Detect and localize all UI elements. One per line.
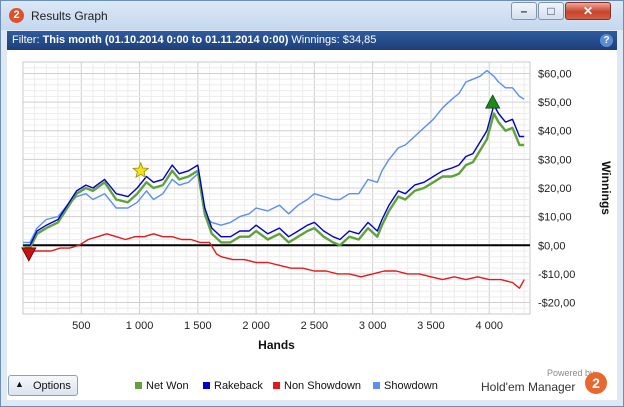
app-logo-icon: 2 bbox=[9, 8, 24, 23]
minimize-button[interactable]: – bbox=[511, 2, 537, 20]
legend-label: Rakeback bbox=[214, 380, 263, 392]
brand-logo-icon: 2 bbox=[585, 372, 607, 394]
x-tick-label: 500 bbox=[72, 320, 90, 332]
x-tick-label: 1 000 bbox=[126, 320, 154, 332]
legend-item-showdown: Showdown bbox=[373, 380, 438, 392]
y-tick-label: $10,00 bbox=[538, 212, 572, 224]
x-tick-label: 1 500 bbox=[184, 320, 212, 332]
legend-item-non-showdown: Non Showdown bbox=[273, 380, 361, 392]
y-tick-label: -$20,00 bbox=[538, 298, 575, 310]
expand-up-icon: ▲ bbox=[15, 379, 24, 389]
maximize-button[interactable]: □ bbox=[538, 2, 564, 20]
minimize-icon: – bbox=[520, 4, 528, 18]
graph-area: 500 1 000 1 500 2 000 2 500 3 000 3 500 4 000 -$… bbox=[7, 50, 617, 400]
brand-name: Hold'em Manager bbox=[481, 380, 576, 394]
filter-bar: Filter: This month (01.10.2014 0:00 to 0… bbox=[7, 31, 617, 50]
close-icon: ✕ bbox=[582, 4, 594, 18]
legend-item-net-won: Net Won bbox=[135, 380, 189, 392]
legend-label: Non Showdown bbox=[284, 380, 362, 392]
filter-summary: Filter: This month (01.10.2014 0:00 to 0… bbox=[12, 31, 376, 50]
help-icon[interactable]: ? bbox=[600, 34, 613, 47]
y-tick-label: $20,00 bbox=[538, 183, 572, 195]
options-button[interactable]: ▲ Options bbox=[8, 375, 78, 396]
x-axis-label: Hands bbox=[258, 338, 295, 352]
legend-swatch bbox=[135, 382, 142, 389]
close-button[interactable]: ✕ bbox=[565, 2, 611, 20]
winnings-summary: Winnings: $34,85 bbox=[291, 34, 377, 46]
y-axis-label: Winnings bbox=[599, 161, 613, 215]
legend-swatch bbox=[373, 382, 380, 389]
y-tick-label: $40,00 bbox=[538, 126, 572, 138]
legend-label: Showdown bbox=[384, 380, 438, 392]
x-tick-label: 2 000 bbox=[242, 320, 270, 332]
filter-label: Filter: bbox=[12, 34, 40, 46]
maximize-icon: □ bbox=[547, 4, 555, 18]
y-tick-label: $30,00 bbox=[538, 154, 572, 166]
y-tick-label: -$10,00 bbox=[538, 269, 575, 281]
x-tick-label: 4 000 bbox=[475, 320, 503, 332]
x-tick-label: 2 500 bbox=[301, 320, 329, 332]
x-tick-label: 3 500 bbox=[417, 320, 445, 332]
y-tick-label: $0,00 bbox=[538, 240, 566, 252]
y-tick-label: $50,00 bbox=[538, 97, 572, 109]
legend-swatch bbox=[273, 382, 280, 389]
legend-label: Net Won bbox=[146, 380, 189, 392]
y-tick-label: $60,00 bbox=[538, 68, 572, 80]
legend-swatch bbox=[203, 382, 210, 389]
options-label: Options bbox=[33, 380, 71, 392]
x-tick-label: 3 000 bbox=[359, 320, 387, 332]
legend-item-rakeback: Rakeback bbox=[203, 380, 263, 392]
title-bar[interactable]: 2 Results Graph – □ ✕ bbox=[1, 1, 623, 30]
results-graph-window: 2 Results Graph – □ ✕ Filter: This month… bbox=[0, 0, 624, 407]
results-chart: 500 1 000 1 500 2 000 2 500 3 000 3 500 4 000 -$… bbox=[21, 61, 613, 352]
window-title: Results Graph bbox=[31, 9, 108, 23]
filter-range: This month (01.10.2014 0:00 to 01.11.201… bbox=[42, 34, 289, 46]
